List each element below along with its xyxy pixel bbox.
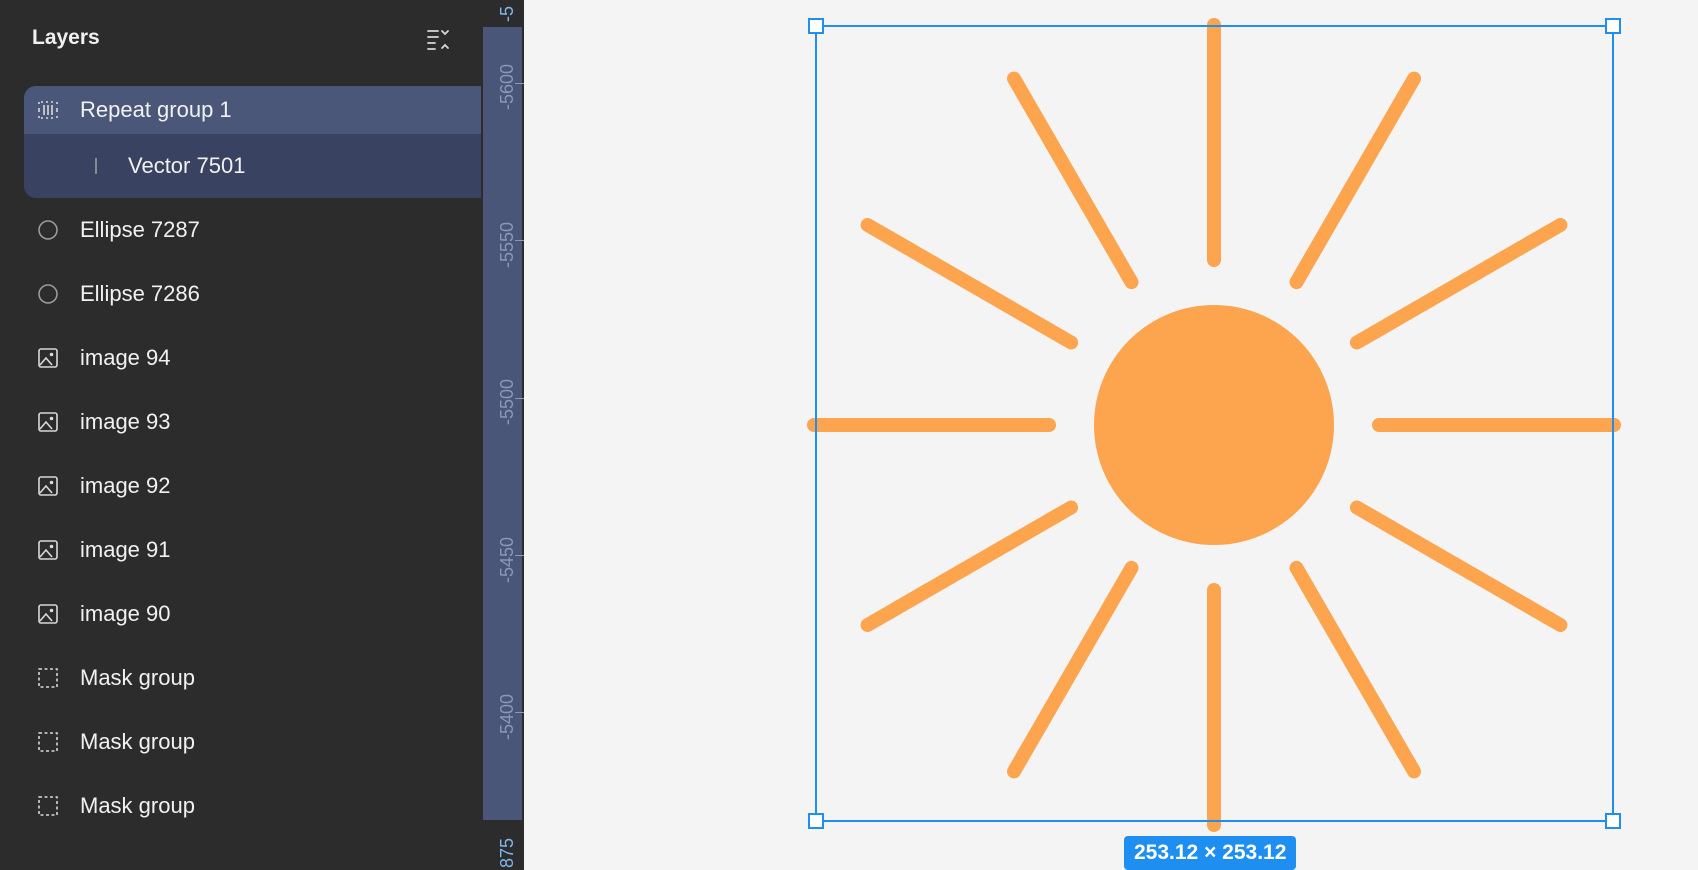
resize-handle-top-right[interactable] <box>1605 18 1621 34</box>
layer-label: image 91 <box>80 537 171 562</box>
sun-ray-vector[interactable] <box>1289 560 1421 779</box>
layer-row-ellipse-7287[interactable]: Ellipse 7287 <box>0 198 481 262</box>
layer-label: Repeat group 1 <box>80 97 232 122</box>
layer-list: Repeat group 1 Vector 7501 Ellipse 7287 … <box>0 86 481 838</box>
layer-row-image-93[interactable]: image 93 <box>0 390 481 454</box>
image-icon <box>36 474 60 498</box>
image-icon <box>36 538 60 562</box>
layer-label: image 90 <box>80 601 171 626</box>
resize-handle-bottom-left[interactable] <box>808 813 824 829</box>
sun-ray-vector[interactable] <box>1007 560 1139 779</box>
ruler-tick <box>515 555 524 556</box>
vector-line-icon <box>84 154 108 178</box>
ruler-label-bottom-edge: 875 <box>497 837 517 868</box>
layer-label: Vector 7501 <box>128 153 246 178</box>
layer-row-image-94[interactable]: image 94 <box>0 326 481 390</box>
design-canvas[interactable] <box>524 0 1698 870</box>
resize-handle-bottom-right[interactable] <box>1605 813 1621 829</box>
list-collapse-button[interactable] <box>425 24 455 54</box>
ruler-label: -5550 <box>497 221 517 268</box>
layer-row-image-92[interactable]: image 92 <box>0 454 481 518</box>
list-collapse-icon <box>427 30 449 50</box>
layer-row-mask-group[interactable]: Mask group <box>0 710 481 774</box>
layer-row-ellipse-7286[interactable]: Ellipse 7286 <box>0 262 481 326</box>
layers-panel-title: Layers <box>32 26 100 49</box>
ruler-label-top-edge: -5 <box>497 5 517 22</box>
layer-row-mask-group[interactable]: Mask group <box>0 646 481 710</box>
mask-group-icon <box>36 730 60 754</box>
ellipse-icon <box>36 282 60 306</box>
image-icon <box>36 346 60 370</box>
layers-panel-header: Layers <box>0 0 481 78</box>
layer-label: Ellipse 7287 <box>80 217 200 242</box>
ruler-tick <box>515 712 524 713</box>
ruler-tick <box>515 240 524 241</box>
sun-ray-vector[interactable] <box>1349 500 1568 632</box>
mask-group-icon <box>36 794 60 818</box>
ruler-tick <box>515 398 524 399</box>
layer-row-repeat-group-1[interactable]: Repeat group 1 <box>0 86 481 134</box>
image-icon <box>36 602 60 626</box>
layer-label: Mask group <box>80 665 195 690</box>
resize-handle-top-left[interactable] <box>808 18 824 34</box>
image-icon <box>36 410 60 434</box>
selection-dimensions-badge: 253.12 × 253.12 <box>1124 836 1297 870</box>
canvas-artwork <box>807 18 1621 832</box>
ruler-label: -5600 <box>497 63 517 110</box>
ellipse-icon <box>36 218 60 242</box>
layer-label: image 92 <box>80 473 171 498</box>
sun-ray-vector[interactable] <box>1289 71 1421 290</box>
layer-row-vector-7501[interactable]: Vector 7501 <box>0 134 481 198</box>
ruler-tick <box>515 83 524 84</box>
sun-ray-vector[interactable] <box>1007 71 1139 290</box>
ruler-label: -5400 <box>497 693 517 740</box>
sun-ray-vector[interactable] <box>1349 218 1568 350</box>
layer-label: Mask group <box>80 793 195 818</box>
layer-label: Mask group <box>80 729 195 754</box>
repeat-group-icon <box>36 98 60 122</box>
mask-group-icon <box>36 666 60 690</box>
sun-ray-vector[interactable] <box>860 218 1079 350</box>
layer-row-image-90[interactable]: image 90 <box>0 582 481 646</box>
layer-label: image 94 <box>80 345 171 370</box>
sun-core-ellipse[interactable] <box>1094 305 1334 545</box>
layer-label: Ellipse 7286 <box>80 281 200 306</box>
sun-ray-vector[interactable] <box>860 500 1079 632</box>
ruler-label: -5450 <box>497 536 517 583</box>
ruler-label: -5500 <box>497 378 517 425</box>
layer-label: image 93 <box>80 409 171 434</box>
layers-panel: Layers Repeat group 1 Vector 7501 Ellips… <box>0 0 481 870</box>
repeat-group-container: Repeat group 1 Vector 7501 <box>0 86 481 198</box>
layer-row-mask-group[interactable]: Mask group <box>0 774 481 838</box>
layer-row-image-91[interactable]: image 91 <box>0 518 481 582</box>
